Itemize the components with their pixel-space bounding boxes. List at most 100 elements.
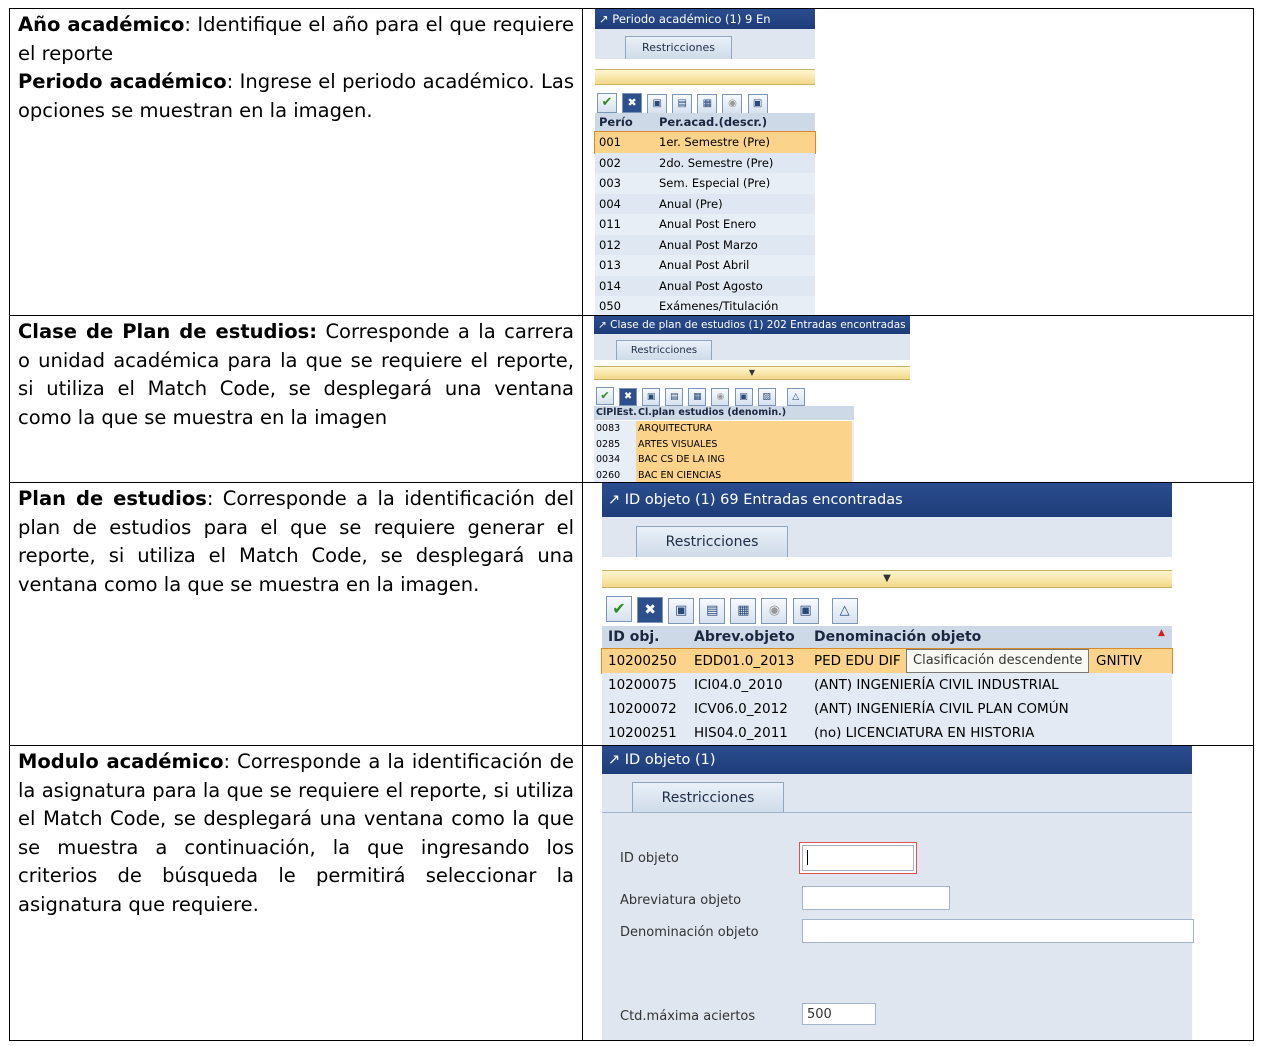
cell-id: 10200072 [608,701,677,717]
term-academic-module: Modulo académico [18,750,224,773]
item-code: 003 [599,176,621,190]
cell-name-tail: GNITIV [1096,653,1143,669]
sort-indicator-icon: ▲ [1158,628,1165,638]
help-icon[interactable]: ◉ [711,388,730,406]
cancel-icon[interactable]: ✖ [637,597,664,623]
cancel-icon[interactable]: ✖ [619,388,638,406]
item-code: 001 [599,135,621,149]
list-item[interactable]: 001 1er. Semestre (Pre) [594,131,816,154]
list-item[interactable]: 003 Sem. Especial (Pre) [595,173,815,194]
item-label: Anual (Pre) [659,196,723,211]
find-next-icon[interactable]: ▤ [672,94,693,114]
col-desc-header[interactable]: Cl.plan estudios (denomin.) [638,406,786,420]
save-icon[interactable]: ▨ [757,388,776,406]
list-item[interactable]: 011 Anual Post Enero [595,214,815,235]
confirm-icon[interactable]: ✔ [597,93,617,113]
dialog-title: Clase de plan de estudios (1) 202 Entrad… [610,319,906,331]
find-next-icon[interactable]: ▤ [699,598,726,624]
col-name-header[interactable]: Denominación objeto [814,626,981,648]
cell-name: (no) LICENCIATURA EN HISTORIA [814,725,1035,741]
print-icon[interactable]: ▣ [792,598,819,624]
dialog-titlebar: ↗ Periodo académico (1) 9 En [595,9,815,29]
find-icon[interactable]: ▣ [642,388,661,406]
cell-abbr: HIS04.0_2011 [694,725,788,741]
text-cell: Modulo académico: Corresponde a la ident… [9,745,583,1041]
list-item[interactable]: 0034 BAC CS DE LA ING [594,452,854,468]
help-icon[interactable]: ◉ [722,94,743,114]
table-row[interactable]: 10200072 ICV06.0_2012 (ANT) INGENIERÍA CIV… [602,697,1172,721]
collapse-bar[interactable] [595,69,815,85]
table-row: Modulo académico: Corresponde a la ident… [9,745,1254,1041]
item-code: 011 [599,217,621,231]
export-icon[interactable]: ▦ [697,94,718,114]
cell-id: 10200251 [608,725,677,741]
col-abbr-header[interactable]: Abrev.objeto [694,626,795,648]
object-name-input[interactable] [802,919,1194,943]
dialog-title: ID objeto (1) 69 Entradas encontradas [624,492,903,508]
tab-restricciones[interactable]: Restricciones [625,36,732,59]
plan-class-dialog: ↗ Clase de plan de estudios (1) 202 Entr… [594,316,910,482]
item-code: 0034 [596,454,621,465]
dialog-title: Periodo académico (1) 9 En [612,12,771,26]
cell-name: PED EDU DIF [814,653,901,669]
table-row[interactable]: 10200251 HIS04.0_2011 (no) LICENCIATURA EN… [602,721,1172,745]
dialog-titlebar: ↗ ID objeto (1) 69 Entradas encontradas [602,483,1172,517]
object-abbr-input[interactable] [802,886,950,910]
tab-restricciones[interactable]: Restricciones [632,782,784,813]
item-code: 050 [599,299,621,313]
list-item[interactable]: 012 Anual Post Marzo [595,234,815,255]
screenshot-cell: ↗ Clase de plan de estudios (1) 202 Entr… [582,315,1254,483]
filter-icon[interactable]: △ [831,598,858,624]
export-icon[interactable]: ▦ [688,388,707,406]
list-item[interactable]: 0285 ARTES VISUALES [594,436,854,452]
document-table: Año académico: Identifique el año para e… [9,8,1254,1041]
list-item[interactable]: 0083 ARQUITECTURA [594,421,854,437]
list-item[interactable]: 002 2do. Semestre (Pre) [595,152,815,173]
desc-academic-module: : Corresponde a la identificación de la … [18,750,575,916]
find-next-icon[interactable]: ▤ [665,388,684,406]
screenshot-cell: ↗ ID objeto (1) Restricciones ID objeto … [582,745,1254,1041]
collapse-bar[interactable]: ▼ [602,570,1172,588]
help-icon[interactable]: ◉ [761,598,788,624]
col-code-header[interactable]: ClPlEst. [596,406,637,420]
object-id-input[interactable] [802,845,914,871]
confirm-icon[interactable]: ✔ [596,387,614,405]
item-label: ARTES VISUALES [636,436,852,452]
cell-abbr: EDD01.0_2013 [694,653,795,669]
label-object-name: Denominación objeto [620,925,759,940]
term-study-plan: Plan de estudios [18,487,207,510]
list-header: Perío Per.acad.(descr.) [595,113,815,131]
sort-tooltip: Clasificación descendente [906,649,1090,673]
list-item[interactable]: 014 Anual Post Agosto [595,275,815,296]
item-label: 2do. Semestre (Pre) [659,155,774,170]
col-id-header[interactable]: ID obj. [608,626,659,648]
table-row[interactable]: 10200075 ICI04.0_2010 (ANT) INGENIERÍA CIV… [602,673,1172,697]
table-row: Plan de estudios: Corresponde a la ident… [9,482,1254,746]
max-hits-input[interactable]: 500 [802,1003,876,1025]
list-item[interactable]: 050 Exámenes/Titulación [595,296,815,315]
list-item[interactable]: 0260 BAC EN CIENCIAS [594,467,854,482]
table-row: Año académico: Identifique el año para e… [9,8,1254,316]
filter-icon[interactable]: △ [786,388,805,406]
tab-restricciones[interactable]: Restricciones [636,526,788,557]
find-icon[interactable]: ▣ [647,94,668,114]
text-cell: Clase de Plan de estudios: Corresponde a… [9,315,583,483]
collapse-bar[interactable]: ▼ [594,366,910,380]
list-header: ClPlEst. Cl.plan estudios (denomin.) [594,406,854,420]
confirm-icon[interactable]: ✔ [606,596,632,622]
find-icon[interactable]: ▣ [668,598,695,624]
term-plan-class: Clase de Plan de estudios: [18,320,317,343]
toolbar: ✔ ✖ ▣ ▤ ▦ ◉ ▣ ▨ △ [596,384,910,406]
export-icon[interactable]: ▦ [730,598,757,624]
print-icon[interactable]: ▣ [734,388,753,406]
col-desc-header[interactable]: Per.acad.(descr.) [659,113,767,131]
list-item[interactable]: 004 Anual (Pre) [595,193,815,214]
list-item[interactable]: 013 Anual Post Abril [595,255,815,276]
tab-restricciones[interactable]: Restricciones [616,340,712,360]
screenshot-cell: ↗ ID objeto (1) 69 Entradas encontradas … [582,482,1254,746]
col-code-header[interactable]: Perío [599,113,633,131]
term-academic-period: Periodo académico [18,70,227,93]
item-label: 1er. Semestre (Pre) [659,135,770,149]
print-icon[interactable]: ▣ [747,94,768,114]
cancel-icon[interactable]: ✖ [622,93,643,113]
